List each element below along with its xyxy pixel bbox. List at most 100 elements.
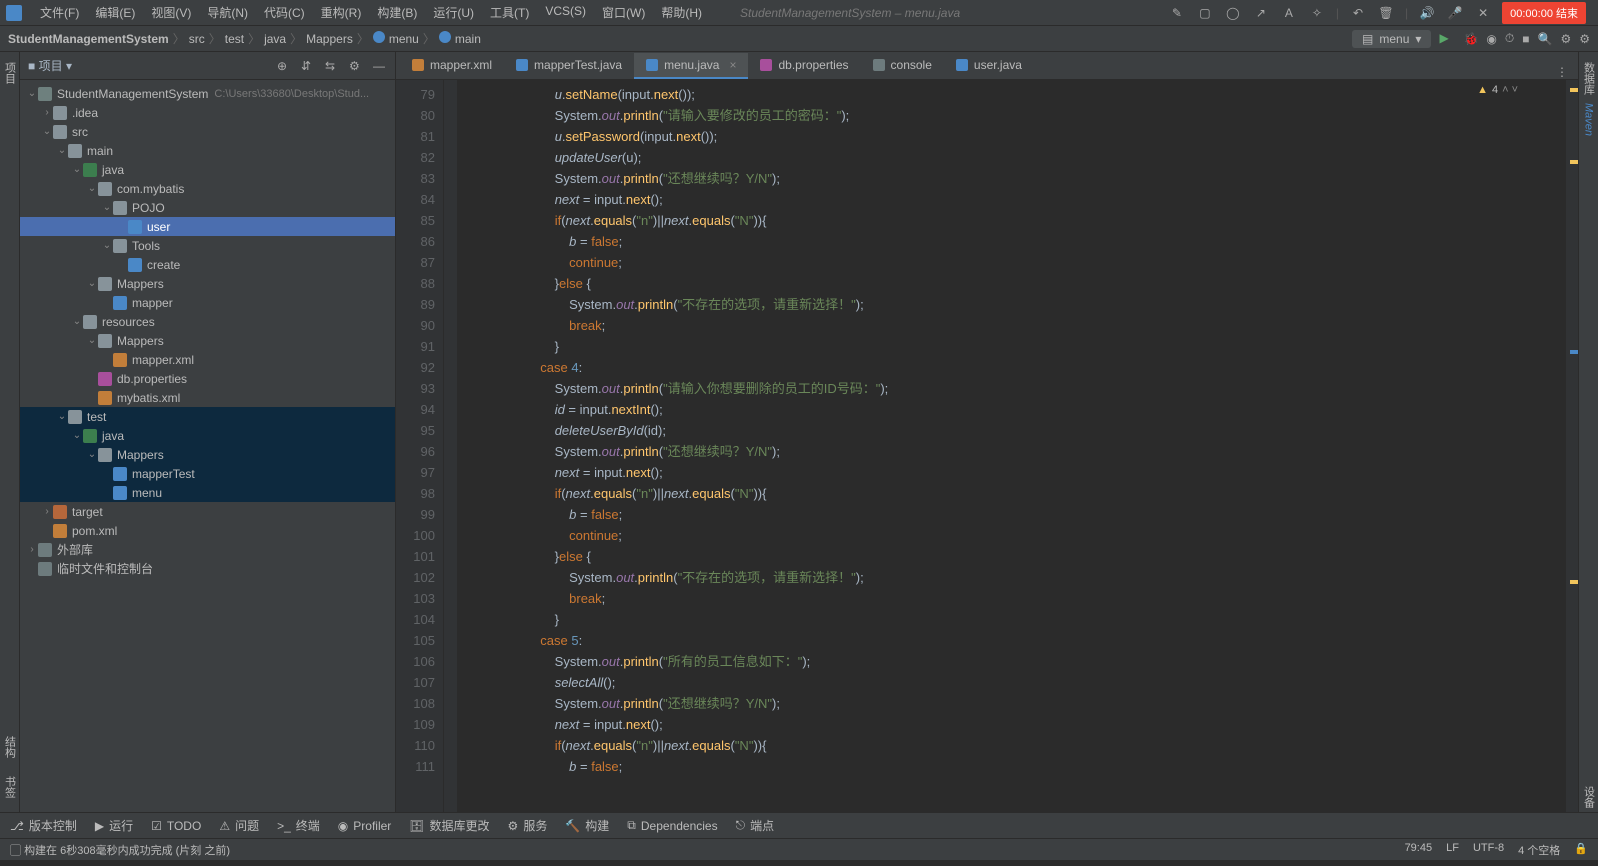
structure-stripe-btn[interactable]: 结构 bbox=[2, 732, 18, 762]
bottom-tool-版本控制[interactable]: ⎇版本控制 bbox=[10, 817, 77, 834]
menu-item[interactable]: 代码(C) bbox=[256, 4, 313, 21]
tree-node[interactable]: mybatis.xml bbox=[20, 388, 395, 407]
menu-item[interactable]: 窗口(W) bbox=[594, 4, 653, 21]
inspection-badge[interactable]: ▲4 ˄ ˅ bbox=[1477, 84, 1518, 96]
menu-item[interactable]: VCS(S) bbox=[537, 4, 594, 21]
bottom-tool-Profiler[interactable]: ◉Profiler bbox=[338, 819, 392, 833]
breadcrumb-item[interactable]: test bbox=[225, 32, 244, 46]
tree-node[interactable]: ⌄Tools bbox=[20, 236, 395, 255]
trash-icon[interactable]: 🗑 bbox=[1377, 4, 1395, 22]
tree-node[interactable]: ›.idea bbox=[20, 103, 395, 122]
tree-node[interactable]: ⌄StudentManagementSystemC:\Users\33680\D… bbox=[20, 84, 395, 103]
status-cell[interactable]: LF bbox=[1446, 842, 1459, 858]
tree-node[interactable]: user bbox=[20, 217, 395, 236]
tree-node[interactable]: pom.xml bbox=[20, 521, 395, 540]
breadcrumb-item[interactable]: src bbox=[189, 32, 205, 46]
menu-item[interactable]: 视图(V) bbox=[143, 4, 199, 21]
tree-node[interactable]: 临时文件和控制台 bbox=[20, 559, 395, 578]
bottom-tool-终端[interactable]: >_终端 bbox=[277, 817, 320, 834]
tree-node[interactable]: mapper bbox=[20, 293, 395, 312]
coverage-icon[interactable]: ◉ bbox=[1486, 32, 1496, 46]
debug-icon[interactable]: 🐞 bbox=[1463, 32, 1478, 46]
breadcrumb-item[interactable]: StudentManagementSystem bbox=[8, 32, 169, 46]
circle-icon[interactable]: ◯ bbox=[1224, 4, 1242, 22]
editor-tab[interactable]: db.properties bbox=[748, 53, 860, 79]
tree-node[interactable]: ⌄com.mybatis bbox=[20, 179, 395, 198]
profile-icon[interactable]: ⏱ bbox=[1505, 31, 1514, 46]
tree-node[interactable]: ⌄POJO bbox=[20, 198, 395, 217]
maven-stripe-btn[interactable]: Maven bbox=[1583, 99, 1595, 140]
search-icon[interactable]: 🔍 bbox=[1538, 32, 1553, 46]
tree-node[interactable]: db.properties bbox=[20, 369, 395, 388]
menu-item[interactable]: 重构(R) bbox=[313, 4, 370, 21]
tree-node[interactable]: ⌄Mappers bbox=[20, 331, 395, 350]
device-stripe-btn[interactable]: 设备 bbox=[1581, 782, 1597, 812]
tree-node[interactable]: ⌄src bbox=[20, 122, 395, 141]
collapse-icon[interactable]: ⇆ bbox=[325, 59, 339, 73]
tree-node[interactable]: ⌄test bbox=[20, 407, 395, 426]
tree-node[interactable]: ⌄java bbox=[20, 160, 395, 179]
bookmarks-stripe-btn[interactable]: 书签 bbox=[2, 772, 18, 802]
tree-node[interactable]: ⌄Mappers bbox=[20, 274, 395, 293]
bottom-tool-服务[interactable]: ⚙服务 bbox=[508, 817, 548, 834]
menu-item[interactable]: 运行(U) bbox=[425, 4, 482, 21]
arrow-icon[interactable]: ↗ bbox=[1252, 4, 1270, 22]
status-cell[interactable]: 4 个空格 bbox=[1518, 842, 1560, 858]
close-icon[interactable]: ✕ bbox=[1474, 4, 1492, 22]
pencil-icon[interactable]: ✎ bbox=[1168, 4, 1186, 22]
bottom-tool-数据库更改[interactable]: 🗄数据库更改 bbox=[409, 817, 489, 834]
tree-node[interactable]: ⌄Mappers bbox=[20, 445, 395, 464]
bottom-tool-构建[interactable]: 🔨构建 bbox=[565, 817, 609, 834]
bottom-tool-TODO[interactable]: ☑TODO bbox=[151, 819, 201, 833]
lock-icon[interactable]: 🔒 bbox=[1574, 842, 1588, 858]
record-timer[interactable]: 00:00:00 结束 bbox=[1502, 2, 1586, 24]
expand-icon[interactable]: ⇵ bbox=[301, 59, 315, 73]
tree-node[interactable]: ›target bbox=[20, 502, 395, 521]
speaker-icon[interactable]: 🔊 bbox=[1418, 4, 1436, 22]
tree-node[interactable]: ›外部库 bbox=[20, 540, 395, 559]
tree-node[interactable]: ⌄resources bbox=[20, 312, 395, 331]
tree-node[interactable]: ⌄main bbox=[20, 141, 395, 160]
bottom-tool-问题[interactable]: ⚠问题 bbox=[219, 817, 259, 834]
stop-icon[interactable]: ■ bbox=[1522, 32, 1529, 46]
editor-tab[interactable]: console bbox=[861, 53, 944, 79]
locate-icon[interactable]: ⊕ bbox=[277, 59, 291, 73]
status-cell[interactable]: UTF-8 bbox=[1473, 842, 1504, 858]
editor-tab[interactable]: mapperTest.java bbox=[504, 53, 634, 79]
run-config-selector[interactable]: ▤ menu ▾ bbox=[1352, 30, 1431, 48]
bottom-tool-Dependencies[interactable]: ⧉Dependencies bbox=[627, 818, 717, 833]
bottom-tool-端点[interactable]: ⎋端点 bbox=[736, 817, 775, 834]
breadcrumb-item[interactable]: main bbox=[439, 31, 481, 46]
menu-item[interactable]: 帮助(H) bbox=[653, 4, 710, 21]
menu-item[interactable]: 构建(B) bbox=[369, 4, 425, 21]
code-editor[interactable]: u.setName(input.next()); System.out.prin… bbox=[458, 80, 1578, 812]
menu-item[interactable]: 导航(N) bbox=[199, 4, 256, 21]
square-icon[interactable]: ▢ bbox=[1196, 4, 1214, 22]
run-icon[interactable]: ▶ bbox=[1439, 31, 1455, 47]
tree-node[interactable]: mapper.xml bbox=[20, 350, 395, 369]
database-stripe-btn[interactable]: 数据库 bbox=[1581, 58, 1597, 99]
status-cell[interactable]: 79:45 bbox=[1405, 842, 1433, 858]
breadcrumb-item[interactable]: menu bbox=[373, 31, 419, 46]
breadcrumb-item[interactable]: Mappers bbox=[306, 32, 353, 46]
hide-icon[interactable]: — bbox=[373, 59, 387, 73]
settings-icon[interactable]: ⚙ bbox=[1560, 32, 1571, 46]
editor-tab[interactable]: menu.java× bbox=[634, 53, 748, 79]
fold-gutter[interactable] bbox=[444, 80, 458, 812]
menu-item[interactable]: 文件(F) bbox=[32, 4, 87, 21]
menu-item[interactable]: 工具(T) bbox=[482, 4, 537, 21]
breadcrumb-item[interactable]: java bbox=[264, 32, 286, 46]
tree-node[interactable]: mapperTest bbox=[20, 464, 395, 483]
mic-icon[interactable]: 🎤 bbox=[1446, 4, 1464, 22]
line-gutter[interactable]: 7980818283848586878889909192939495969798… bbox=[396, 80, 444, 812]
gear-icon[interactable]: ⚙ bbox=[1579, 32, 1590, 46]
text-icon[interactable]: A bbox=[1280, 4, 1298, 22]
error-stripe[interactable] bbox=[1566, 80, 1578, 812]
options-icon[interactable]: ⚙ bbox=[349, 59, 363, 73]
editor-tab[interactable]: mapper.xml bbox=[400, 53, 504, 79]
undo-icon[interactable]: ↶ bbox=[1349, 4, 1367, 22]
tabs-more-icon[interactable]: ⋮ bbox=[1546, 65, 1578, 79]
editor-tab[interactable]: user.java bbox=[944, 53, 1034, 79]
project-stripe-btn[interactable]: 项目 bbox=[2, 58, 18, 88]
tree-node[interactable]: ⌄java bbox=[20, 426, 395, 445]
